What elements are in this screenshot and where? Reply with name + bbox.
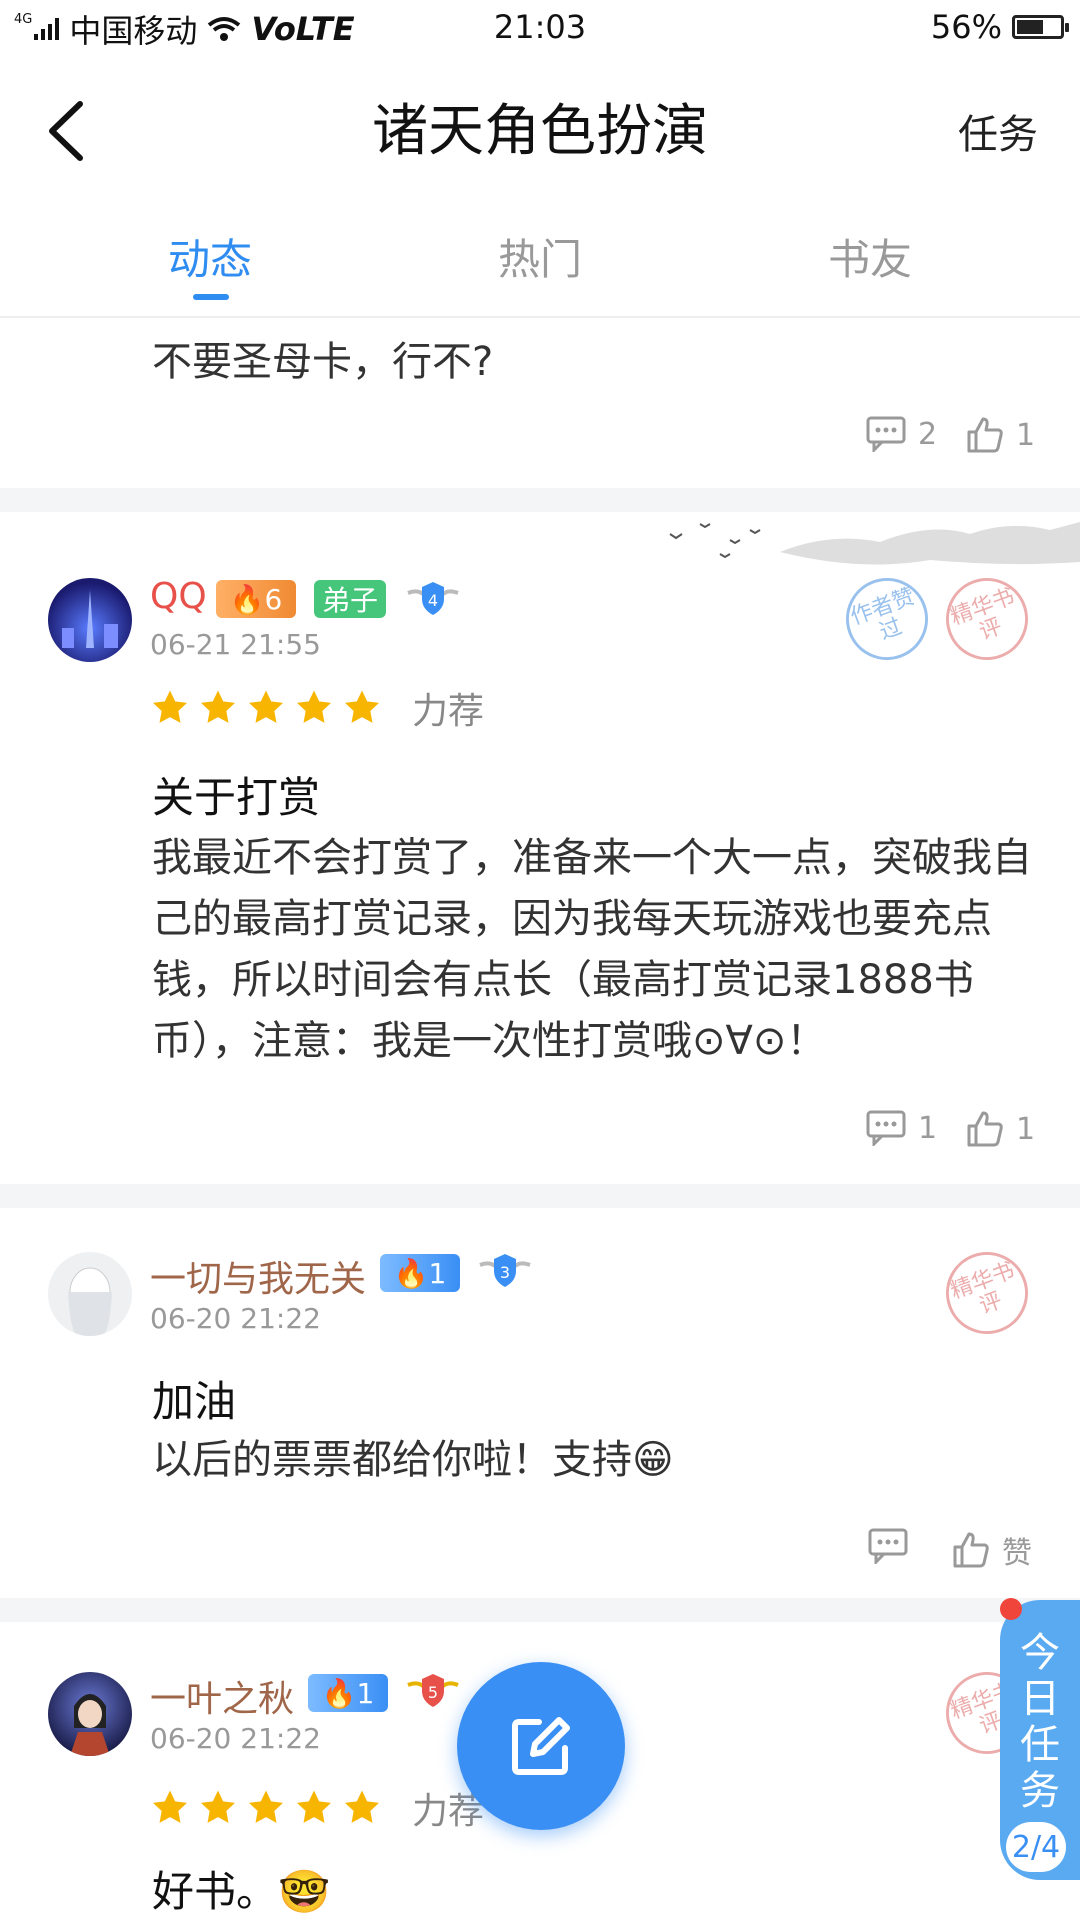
status-bar: 4G 中国移动 VoLTE 21:03 56%: [0, 0, 1080, 56]
fan-level-badge: 🔥 1: [380, 1254, 460, 1292]
like-count[interactable]: 1: [966, 416, 1035, 454]
avatar[interactable]: [48, 1252, 132, 1336]
tab-dynamic[interactable]: 动态: [30, 226, 390, 287]
compose-button[interactable]: [457, 1662, 625, 1830]
app-header: 诸天角色扮演 任务: [0, 56, 1080, 196]
shield-badge: 5: [404, 1672, 462, 1710]
fan-level-badge: 🔥 6: [216, 580, 296, 618]
reply-count-value: 2: [918, 416, 938, 452]
post-time: 06-20 21:22: [150, 1302, 321, 1335]
username[interactable]: QQ: [150, 576, 207, 617]
post-text: 以后的票票都给你啦！支持😁: [152, 1437, 674, 1483]
rating-label: 力荐: [412, 691, 485, 732]
reply-count[interactable]: 1: [866, 1110, 937, 1146]
star-icon: [153, 1790, 187, 1823]
shield-level: 3: [500, 1263, 510, 1282]
thumbs-up-icon: [967, 417, 1003, 453]
star-icon: [249, 1790, 283, 1823]
post-card[interactable]: QQ 🔥 6 弟子 4 06-21 21:55 作者赞过 精华书评 力荐 关于打赏…: [0, 512, 1080, 1184]
like-label: 赞: [1002, 1536, 1032, 1571]
shield-badge: 3: [476, 1252, 534, 1290]
like-count-value: 1: [1016, 1111, 1036, 1147]
like-count-value: 1: [1016, 417, 1036, 453]
daily-task-label: 今日任务: [1020, 1630, 1060, 1814]
avatar[interactable]: [48, 578, 132, 662]
avatar[interactable]: [48, 1672, 132, 1756]
post-text: 不要圣母卡，行不?: [152, 339, 494, 385]
daily-task-panel[interactable]: 今日任务 2/4: [1000, 1600, 1080, 1880]
tab-active-indicator: [193, 294, 229, 300]
star-icon: [201, 690, 235, 723]
status-right: 56%: [930, 8, 1069, 46]
post-card[interactable]: 不要圣母卡，行不? 2 1: [0, 318, 1080, 488]
shield-level: 5: [428, 1683, 438, 1702]
thumbs-up-icon: [967, 1111, 1003, 1147]
reply-button[interactable]: [868, 1528, 908, 1564]
star-icon: [297, 690, 331, 723]
tab-bar: 动态 热门 书友: [0, 196, 1080, 318]
fan-level-value: 1: [356, 1676, 375, 1710]
tab-hot[interactable]: 热门: [360, 226, 720, 287]
star-icon: [345, 690, 379, 723]
post-card[interactable]: 一切与我无关 🔥 1 3 06-20 21:22 精华书评 加油 以后的票票都给你…: [0, 1208, 1080, 1598]
role-badge: 弟子: [314, 580, 386, 618]
post-time: 06-20 21:22: [150, 1722, 321, 1755]
comment-icon: [866, 416, 906, 452]
username[interactable]: 一切与我无关: [150, 1250, 366, 1302]
comment-icon: [866, 1110, 906, 1146]
star-icon: [201, 1790, 235, 1823]
clock: 21:03: [493, 8, 587, 46]
post-text: 我最近不会打赏了，准备来一个大一点，突破我自己的最高打赏记录，因为我每天玩游戏也…: [152, 835, 1032, 1064]
reply-count-value: 1: [918, 1110, 938, 1146]
fan-level-value: 1: [428, 1256, 447, 1290]
fire-icon: 🔥: [229, 582, 265, 616]
shield-badge: 4: [404, 580, 462, 618]
daily-task-progress: 2/4: [1006, 1822, 1066, 1872]
star-icon: [297, 1790, 331, 1823]
notification-dot: [1000, 1598, 1022, 1620]
tab-friends[interactable]: 书友: [690, 226, 1050, 287]
reply-count[interactable]: 2: [866, 416, 937, 452]
star-icon: [153, 690, 187, 723]
battery-icon: [1012, 15, 1069, 39]
edit-icon: [512, 1717, 570, 1775]
like-button[interactable]: 赞: [952, 1528, 1032, 1572]
star-rating: 力荐: [150, 682, 484, 734]
fire-icon: 🔥: [321, 1676, 357, 1710]
star-icon: [249, 690, 283, 723]
post-title: 加油: [152, 1377, 237, 1426]
fire-icon: 🔥: [393, 1256, 429, 1290]
page-title: 诸天角色扮演: [372, 99, 708, 164]
username[interactable]: 一叶之秋: [150, 1670, 294, 1722]
fan-level-badge: 🔥 1: [308, 1674, 388, 1712]
stamp-featured-review: 精华书评: [934, 1240, 1040, 1346]
shield-level: 4: [428, 591, 438, 610]
star-icon: [345, 1790, 379, 1823]
post-title: 关于打赏: [152, 773, 321, 822]
thumbs-up-icon: [953, 1532, 989, 1568]
fan-level-value: 6: [264, 582, 283, 616]
like-count[interactable]: 1: [966, 1110, 1035, 1148]
star-rating: 力荐: [150, 1782, 484, 1834]
post-title: 好书。🤓: [152, 1867, 331, 1916]
post-time: 06-21 21:55: [150, 628, 321, 661]
task-button[interactable]: 任务: [958, 102, 1038, 160]
comment-icon: [868, 1528, 908, 1564]
battery-percent: 56%: [930, 8, 1002, 46]
